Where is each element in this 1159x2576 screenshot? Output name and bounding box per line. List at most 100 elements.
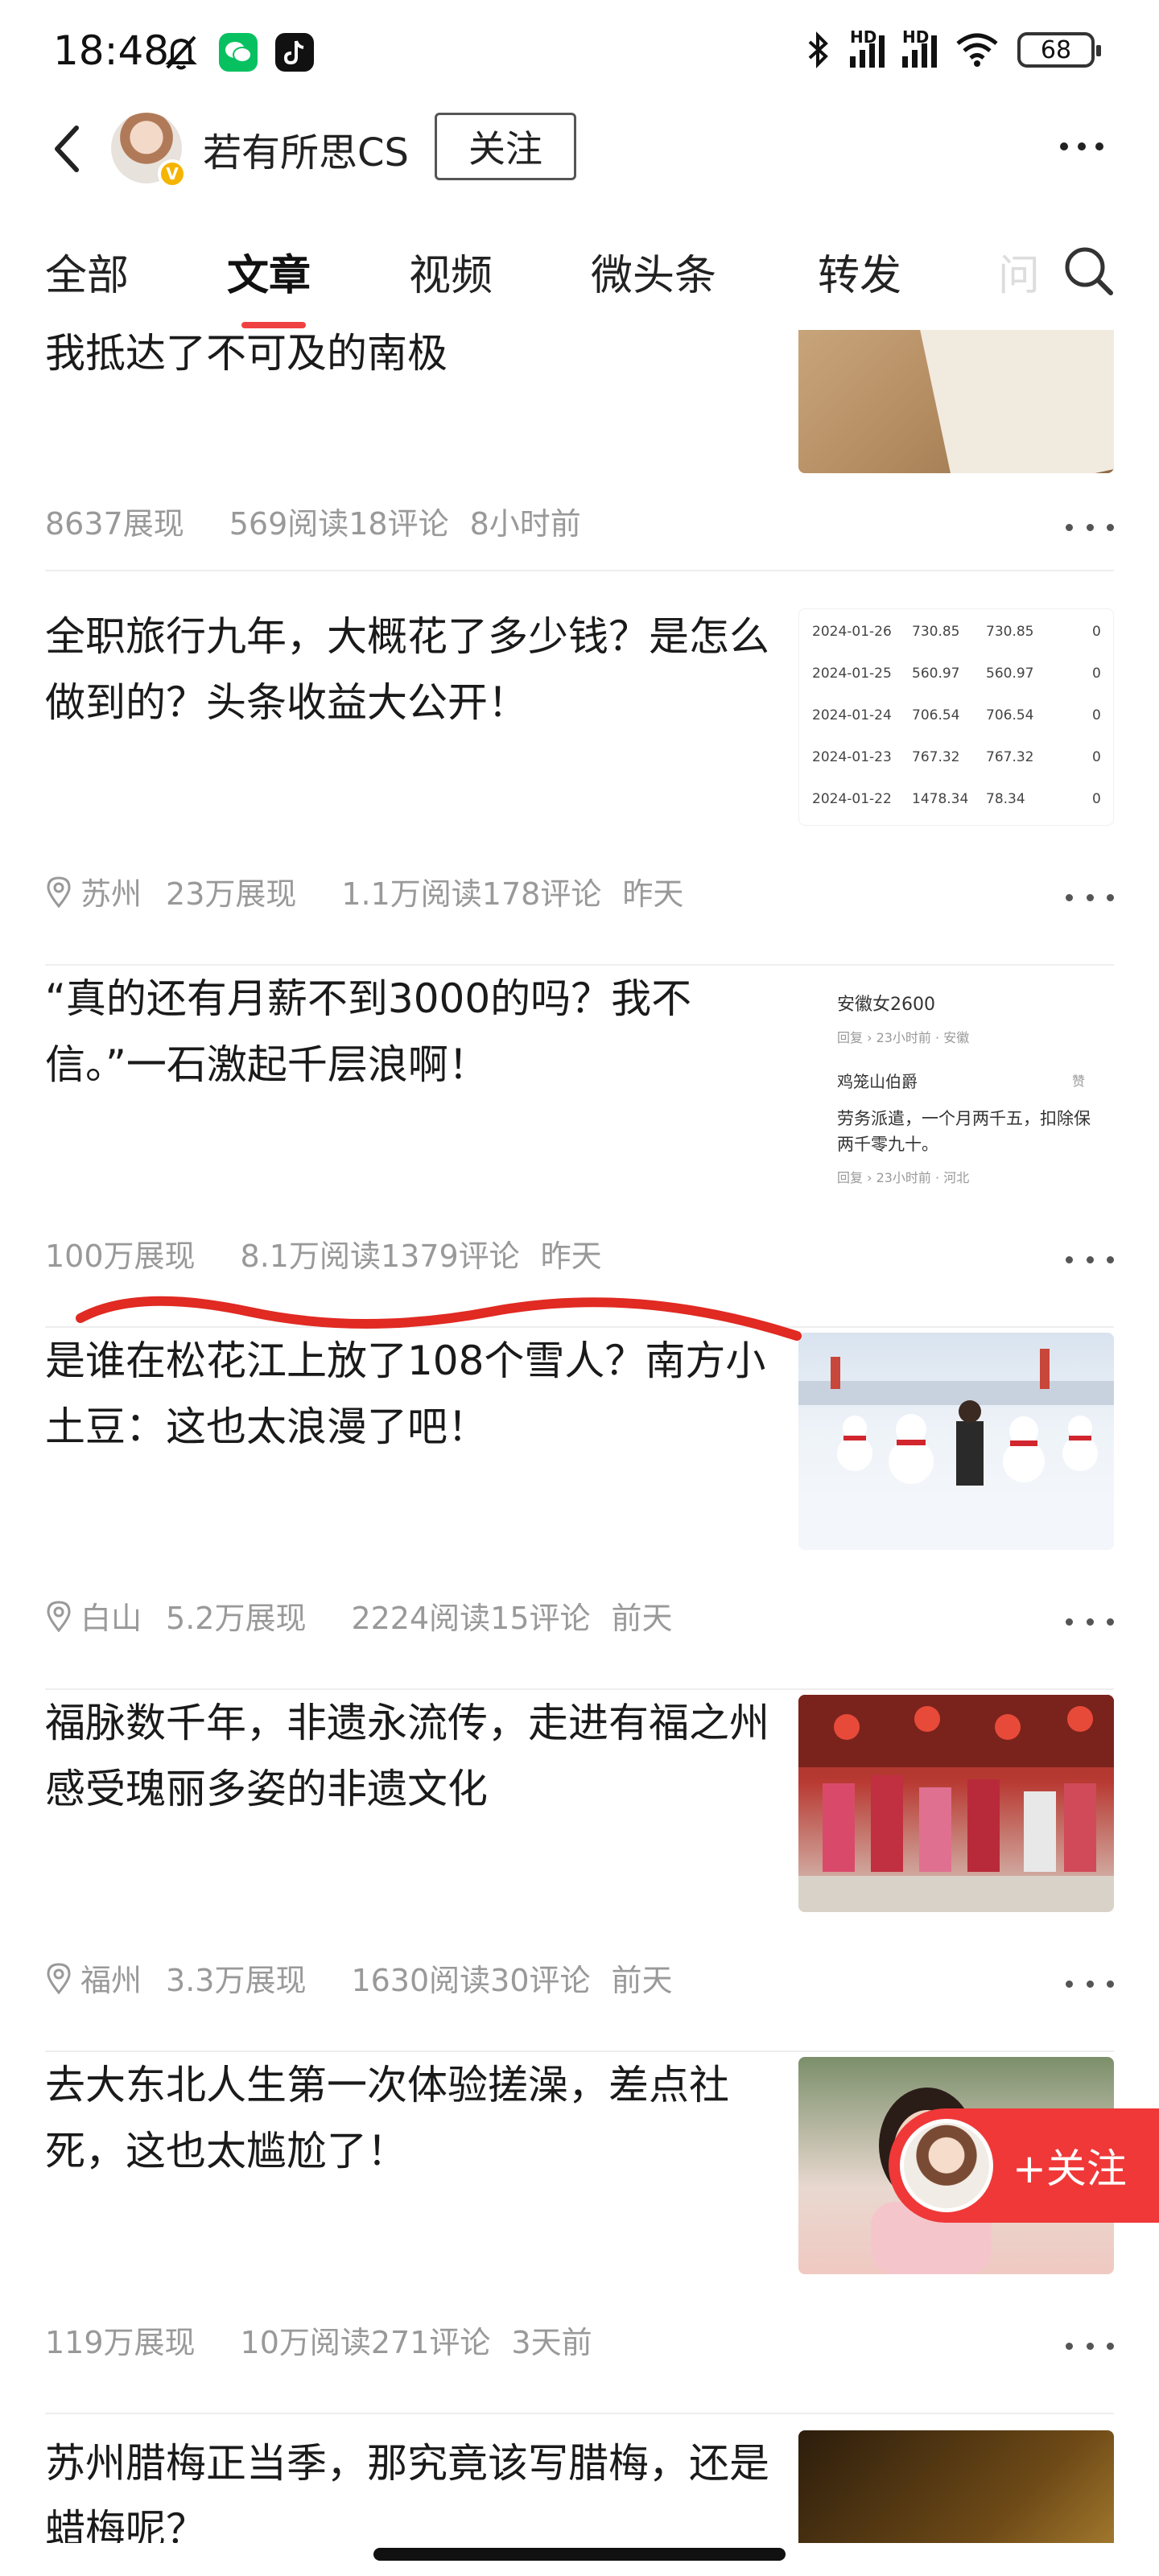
thumbnail-text: 回复 › 23小时前 · 安徽 — [837, 1030, 970, 1045]
location-label: 苏州 — [80, 876, 142, 912]
article-thumbnail[interactable] — [798, 330, 1114, 473]
article-thumbnail[interactable] — [798, 1333, 1114, 1550]
thumbnail-row: 2024-01-26 730.85 730.85 0 — [799, 609, 1113, 651]
article-thumbnail[interactable]: 安徽女2600 回复 › 23小时前 · 安徽 鸡笼山伯爵 赞 劳务派遣，一个月… — [798, 971, 1114, 1188]
thumbnail-row: 2024-01-23 767.32 767.32 0 — [799, 735, 1113, 777]
location-label: 福州 — [80, 1963, 142, 1998]
article-card[interactable]: “真的还有月薪不到3000的吗？我不信。”一石激起千层浪啊！ 安徽女2600 回… — [45, 966, 1114, 1328]
floating-follow-label: +关注 — [1013, 2145, 1127, 2192]
cell: 2024-01-26 — [812, 624, 892, 640]
more-dot — [1066, 2342, 1073, 2350]
more-dot — [1066, 1618, 1073, 1626]
article-title[interactable]: “真的还有月薪不到3000的吗？我不信。”一石激起千层浪啊！ — [45, 966, 769, 1098]
more-dot — [1107, 1980, 1114, 1988]
article-title[interactable]: 福脉数千年，非遗永流传，走进有福之州感受瑰丽多姿的非遗文化 — [45, 1690, 769, 1822]
thumbnail-text: 赞 — [1072, 1074, 1086, 1089]
cell: 2024-01-22 — [812, 791, 892, 807]
article-thumbnail[interactable]: 2024-01-26 730.85 730.85 0 2024-01-25 56… — [798, 608, 1114, 826]
cell: 730.85 — [986, 624, 1034, 640]
author-name[interactable]: 若有所思CS — [203, 121, 409, 177]
cell: 2024-01-23 — [812, 749, 892, 765]
article-more-button[interactable] — [1066, 1972, 1114, 1996]
more-dot — [1086, 2342, 1094, 2350]
article-more-button[interactable] — [1066, 1609, 1114, 1634]
cell: 706.54 — [912, 707, 960, 723]
floating-follow-button[interactable]: +关注 — [889, 2108, 1159, 2223]
more-options-button[interactable] — [1050, 122, 1114, 171]
article-meta: 8637展现 569阅读18评论 8小时前 — [45, 499, 626, 543]
status-time: 18:48 — [53, 27, 170, 74]
cell: 706.54 — [986, 707, 1034, 723]
cell: 0 — [1092, 707, 1101, 723]
tiktok-icon — [275, 33, 314, 72]
reads-comments: 1.1万阅读178评论 — [341, 876, 602, 912]
more-dot — [1107, 2342, 1114, 2350]
active-tab-indicator — [241, 322, 306, 328]
cell: 560.97 — [986, 666, 1034, 682]
follow-button[interactable]: 关注 — [435, 113, 576, 180]
article-title[interactable]: 去大东北人生第一次体验搓澡，差点社死，这也太尴尬了！ — [45, 2052, 769, 2184]
divider — [45, 2413, 1114, 2414]
article-title[interactable]: 苏州腊梅正当季，那究竟该写腊梅，还是蜡梅呢？ — [45, 2430, 769, 2543]
publish-time: 前天 — [611, 1601, 673, 1636]
profile-header: V 若有所思CS 关注 — [0, 105, 1159, 193]
reads-comments: 10万阅读271评论 — [240, 2325, 491, 2360]
search-icon — [1065, 247, 1113, 295]
more-dot — [1086, 523, 1094, 531]
author-avatar[interactable]: V — [111, 113, 187, 188]
article-card[interactable]: 是谁在松花江上放了108个雪人？南方小土豆：这也太浪漫了吧！ 白山 5.2万展现… — [45, 1328, 1114, 1690]
snowmen-image — [798, 1349, 1114, 1550]
publish-time: 昨天 — [622, 876, 684, 912]
publish-time: 8小时前 — [469, 506, 581, 542]
article-meta: 苏州 23万展现 1.1万阅读178评论 昨天 — [45, 869, 728, 913]
search-button[interactable] — [1059, 241, 1117, 299]
wechat-icon — [219, 33, 258, 72]
tab-qa-faded[interactable]: 问 — [998, 241, 1040, 302]
article-title[interactable]: 全职旅行九年，大概花了多少钱？是怎么做到的？头条收益大公开！ — [45, 604, 769, 736]
more-dot — [1107, 1255, 1114, 1263]
article-more-button[interactable] — [1066, 2334, 1114, 2358]
tab-micro-posts[interactable]: 微头条 — [591, 241, 716, 302]
more-dot — [1078, 142, 1086, 150]
hd-label-2: HD — [902, 27, 930, 47]
tab-videos[interactable]: 视频 — [409, 241, 493, 302]
article-card[interactable]: 去大东北人生第一次体验搓澡，差点社死，这也太尴尬了！ 119万展现 10万阅读2… — [45, 2052, 1114, 2414]
home-indicator[interactable] — [373, 2548, 786, 2561]
article-thumbnail[interactable] — [798, 2430, 1114, 2543]
thumbnail-text: 两千零九十。 — [837, 1135, 938, 1154]
article-title[interactable]: 我抵达了不可及的南极 — [45, 330, 769, 386]
signal-icon: HD — [850, 27, 885, 68]
more-dot — [1066, 523, 1073, 531]
thumbnail-text: 劳务派遣，一个月两千五，扣除保 — [837, 1109, 1091, 1128]
article-card[interactable]: 全职旅行九年，大概花了多少钱？是怎么做到的？头条收益大公开！ 2024-01-2… — [45, 604, 1114, 966]
tab-reposts[interactable]: 转发 — [818, 241, 901, 302]
article-title[interactable]: 是谁在松花江上放了108个雪人？南方小土豆：这也太浪漫了吧！ — [45, 1328, 769, 1460]
publish-time: 3天前 — [511, 2325, 592, 2360]
article-thumbnail[interactable] — [798, 1695, 1114, 1912]
reads-comments: 2224阅读15评论 — [351, 1601, 591, 1636]
back-button[interactable] — [39, 121, 95, 177]
more-dot — [1086, 893, 1094, 901]
cell: 2024-01-25 — [812, 666, 892, 682]
more-dot — [1066, 893, 1073, 901]
content-tabs: 全部 文章 视频 微头条 转发 问 — [0, 225, 1159, 330]
thumbnail-row: 2024-01-24 706.54 706.54 0 — [799, 693, 1113, 735]
article-card[interactable]: 苏州腊梅正当季，那究竟该写腊梅，还是蜡梅呢？ — [45, 2430, 1114, 2543]
more-dot — [1086, 1980, 1094, 1988]
cell: 560.97 — [912, 666, 960, 682]
reads-comments: 569阅读18评论 — [229, 506, 449, 542]
article-more-button[interactable] — [1066, 515, 1114, 539]
tab-all[interactable]: 全部 — [45, 241, 129, 302]
tab-articles[interactable]: 文章 — [227, 241, 311, 302]
floating-avatar — [900, 2119, 993, 2212]
article-card[interactable]: 我抵达了不可及的南极 8637展现 569阅读18评论 8小时前 — [45, 330, 1114, 571]
article-card[interactable]: 福脉数千年，非遗永流传，走进有福之州感受瑰丽多姿的非遗文化 福州 3.3万展现 … — [45, 1690, 1114, 2052]
more-dot — [1107, 1618, 1114, 1626]
more-dot — [1066, 1255, 1073, 1263]
article-more-button[interactable] — [1066, 885, 1114, 909]
bluetooth-icon — [808, 31, 828, 68]
folk-culture-image — [798, 1695, 1114, 1912]
article-more-button[interactable] — [1066, 1247, 1114, 1272]
reads-comments: 8.1万阅读1379评论 — [240, 1239, 520, 1274]
bell-mute-icon — [165, 35, 197, 70]
